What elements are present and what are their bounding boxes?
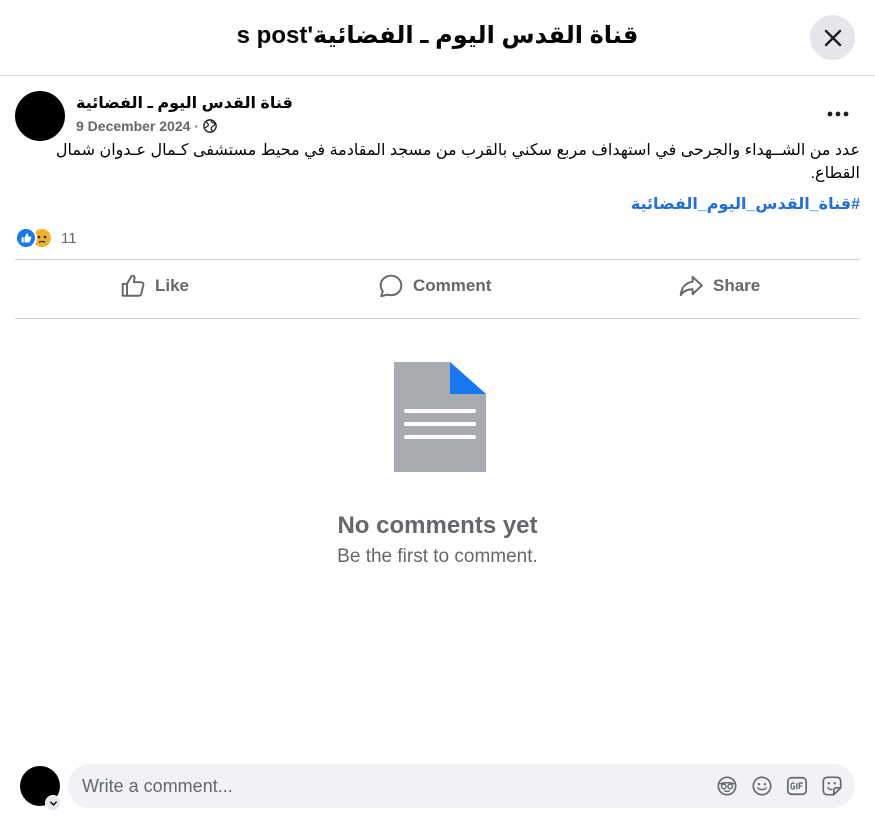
comment-composer bbox=[68, 764, 855, 808]
meta-separator: · bbox=[194, 118, 200, 134]
gif-button[interactable] bbox=[786, 775, 808, 797]
more-options-button[interactable] bbox=[820, 100, 856, 128]
emoji-button[interactable] bbox=[751, 775, 773, 797]
close-icon bbox=[824, 29, 841, 46]
page-avatar[interactable] bbox=[15, 91, 65, 141]
reactions-summary[interactable]: 11 bbox=[15, 227, 77, 249]
emoji-icon bbox=[752, 776, 772, 796]
more-options-icon bbox=[827, 111, 849, 117]
dialog-title: قناة القدس اليوم ـ الفضائية's post bbox=[236, 22, 639, 49]
post-meta: 9 December 2024 · bbox=[76, 118, 217, 134]
post-text: عدد من الشــهداء والجرحى في استهداف مربع… bbox=[55, 142, 860, 182]
sticker-button[interactable] bbox=[821, 775, 843, 797]
avatar-sticker-button[interactable] bbox=[716, 775, 738, 797]
page-name[interactable]: قناة القدس اليوم ـ الفضائية bbox=[76, 93, 293, 113]
share-label: Share bbox=[713, 276, 761, 295]
thumbs-up-icon bbox=[121, 274, 145, 297]
empty-state-subtitle: Be the first to comment. bbox=[337, 546, 538, 567]
post-hashtag-link[interactable]: #قناة_القدس_اليوم_الفضائية bbox=[631, 194, 860, 214]
avatar-sticker-icon bbox=[717, 776, 737, 796]
dialog-header: قناة القدس اليوم ـ الفضائية's post bbox=[0, 0, 875, 76]
document-icon bbox=[394, 362, 486, 472]
chevron-down-icon bbox=[49, 800, 57, 806]
comment-label: Comment bbox=[413, 276, 492, 295]
share-button[interactable]: Share bbox=[678, 264, 760, 308]
divider bbox=[15, 259, 860, 260]
gif-icon bbox=[787, 776, 807, 796]
like-reaction-icon bbox=[15, 227, 37, 249]
empty-state-title: No comments yet bbox=[337, 512, 538, 539]
reaction-count: 11 bbox=[61, 229, 77, 247]
like-label: Like bbox=[155, 276, 190, 295]
sticker-icon bbox=[822, 776, 842, 796]
like-button[interactable]: Like bbox=[120, 264, 189, 308]
divider bbox=[15, 318, 860, 319]
comment-icon bbox=[379, 274, 403, 298]
close-button[interactable] bbox=[810, 15, 855, 60]
profile-switch-button[interactable] bbox=[45, 795, 61, 811]
share-icon bbox=[679, 275, 703, 297]
comment-button[interactable]: Comment bbox=[378, 264, 491, 308]
comment-input[interactable] bbox=[82, 764, 702, 808]
post-date[interactable]: 9 December 2024 bbox=[76, 118, 190, 134]
globe-icon[interactable] bbox=[203, 119, 217, 133]
